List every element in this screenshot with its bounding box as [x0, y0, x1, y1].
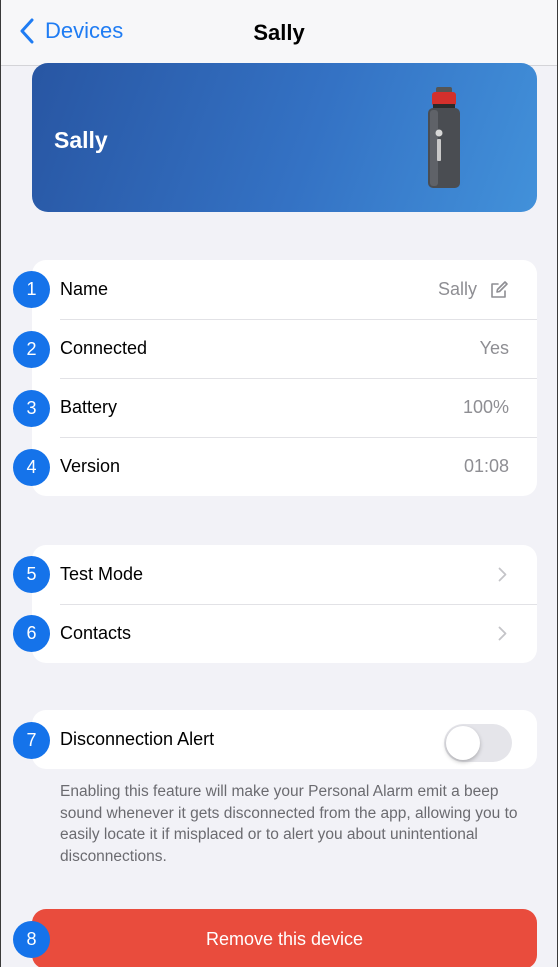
version-value: 01:08	[463, 456, 509, 476]
disconnection-alert-description: Enabling this feature will make your Per…	[60, 783, 518, 865]
connected-label: Connected	[60, 338, 148, 358]
remove-device-button[interactable]: Remove this device	[32, 909, 537, 967]
disconnection-alert-label: Disconnection Alert	[60, 729, 215, 749]
chevron-right-icon	[498, 567, 507, 582]
contacts-row[interactable]: Contacts	[32, 604, 537, 663]
remove-device-label: Remove this device	[205, 928, 364, 949]
device-info-group: Name Sally Connected Yes Battery 100% Ve…	[32, 260, 537, 496]
badge-1: 1	[13, 271, 50, 308]
name-row[interactable]: Name Sally	[32, 260, 537, 319]
device-hero-card: Sally	[32, 63, 537, 212]
contacts-label: Contacts	[60, 623, 132, 643]
badge-3: 3	[13, 390, 50, 427]
toggle-knob	[446, 726, 480, 760]
device-settings-screen: Devices Sally Sally Name Sally Connected…	[0, 0, 558, 967]
chevron-right-icon	[498, 626, 507, 641]
navigation-bar: Devices Sally	[1, 0, 557, 66]
version-row: Version 01:08	[32, 437, 537, 496]
battery-label: Battery	[60, 397, 118, 417]
name-value: Sally	[437, 279, 477, 299]
test-mode-row[interactable]: Test Mode	[32, 545, 537, 604]
personal-alarm-device-image	[428, 87, 460, 188]
connected-row: Connected Yes	[32, 319, 537, 378]
disconnection-alert-group: Disconnection Alert	[32, 710, 537, 769]
name-label: Name	[60, 279, 109, 299]
badge-5: 5	[13, 556, 50, 593]
test-mode-label: Test Mode	[60, 564, 144, 584]
version-label: Version	[60, 456, 121, 476]
battery-row: Battery 100%	[32, 378, 537, 437]
name-value-wrap: Sally	[438, 279, 509, 300]
disconnection-alert-toggle[interactable]	[444, 724, 512, 762]
disconnection-alert-row: Disconnection Alert	[32, 710, 537, 769]
device-name-heading: Sally	[54, 127, 108, 153]
battery-value: 100%	[462, 397, 509, 417]
badge-4: 4	[13, 449, 50, 486]
page-title: Sally	[253, 20, 305, 45]
device-actions-group: Test Mode Contacts	[32, 545, 537, 663]
badge-2: 2	[13, 331, 50, 368]
connected-value: Yes	[479, 338, 509, 358]
badge-7: 7	[13, 722, 50, 759]
badge-6: 6	[13, 615, 50, 652]
edit-icon[interactable]	[489, 280, 509, 300]
badge-8: 8	[13, 921, 50, 958]
